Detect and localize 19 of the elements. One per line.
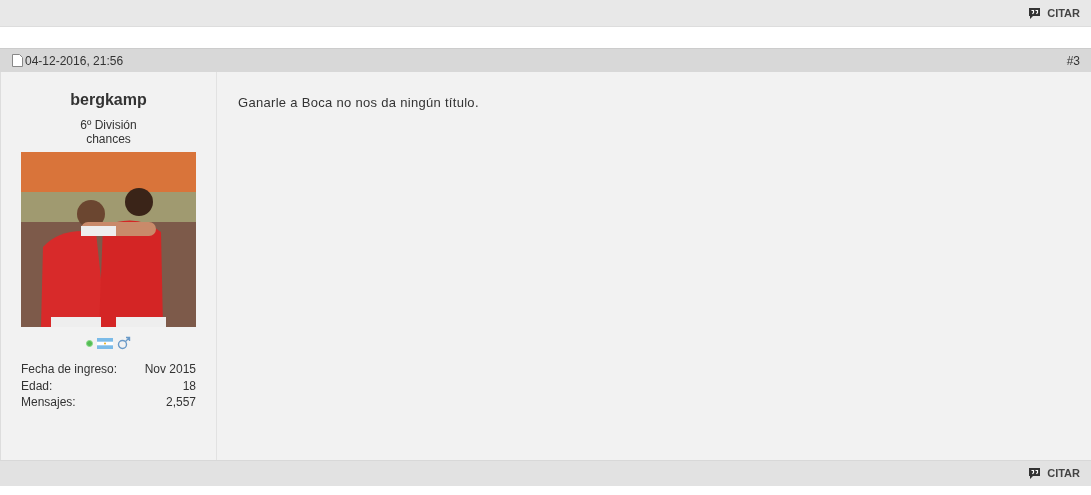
document-icon <box>12 54 23 67</box>
quote-icon <box>1028 6 1042 20</box>
post-date: 04-12-2016, 21:56 <box>25 52 124 70</box>
detail-label: Edad: <box>21 377 53 394</box>
user-rank: 6º División <box>80 118 137 132</box>
detail-value: 2,557 <box>165 394 196 411</box>
username-link[interactable]: bergkamp <box>70 90 147 110</box>
male-icon <box>117 336 131 350</box>
detail-label: Mensajes: <box>21 394 76 411</box>
post-message: Ganarle a Boca no nos da ningún título. <box>238 94 480 112</box>
quote-button[interactable]: CITAR <box>1028 465 1080 482</box>
quote-icon <box>1028 467 1042 480</box>
detail-value: Nov 2015 <box>144 361 196 378</box>
user-title: chances <box>86 132 131 146</box>
detail-label: Fecha de ingreso: <box>21 361 118 378</box>
flag-icon <box>97 337 113 349</box>
detail-value: 18 <box>182 377 196 394</box>
quote-button[interactable]: CITAR <box>1028 4 1080 22</box>
post-number-link[interactable]: #3 <box>1066 51 1080 70</box>
